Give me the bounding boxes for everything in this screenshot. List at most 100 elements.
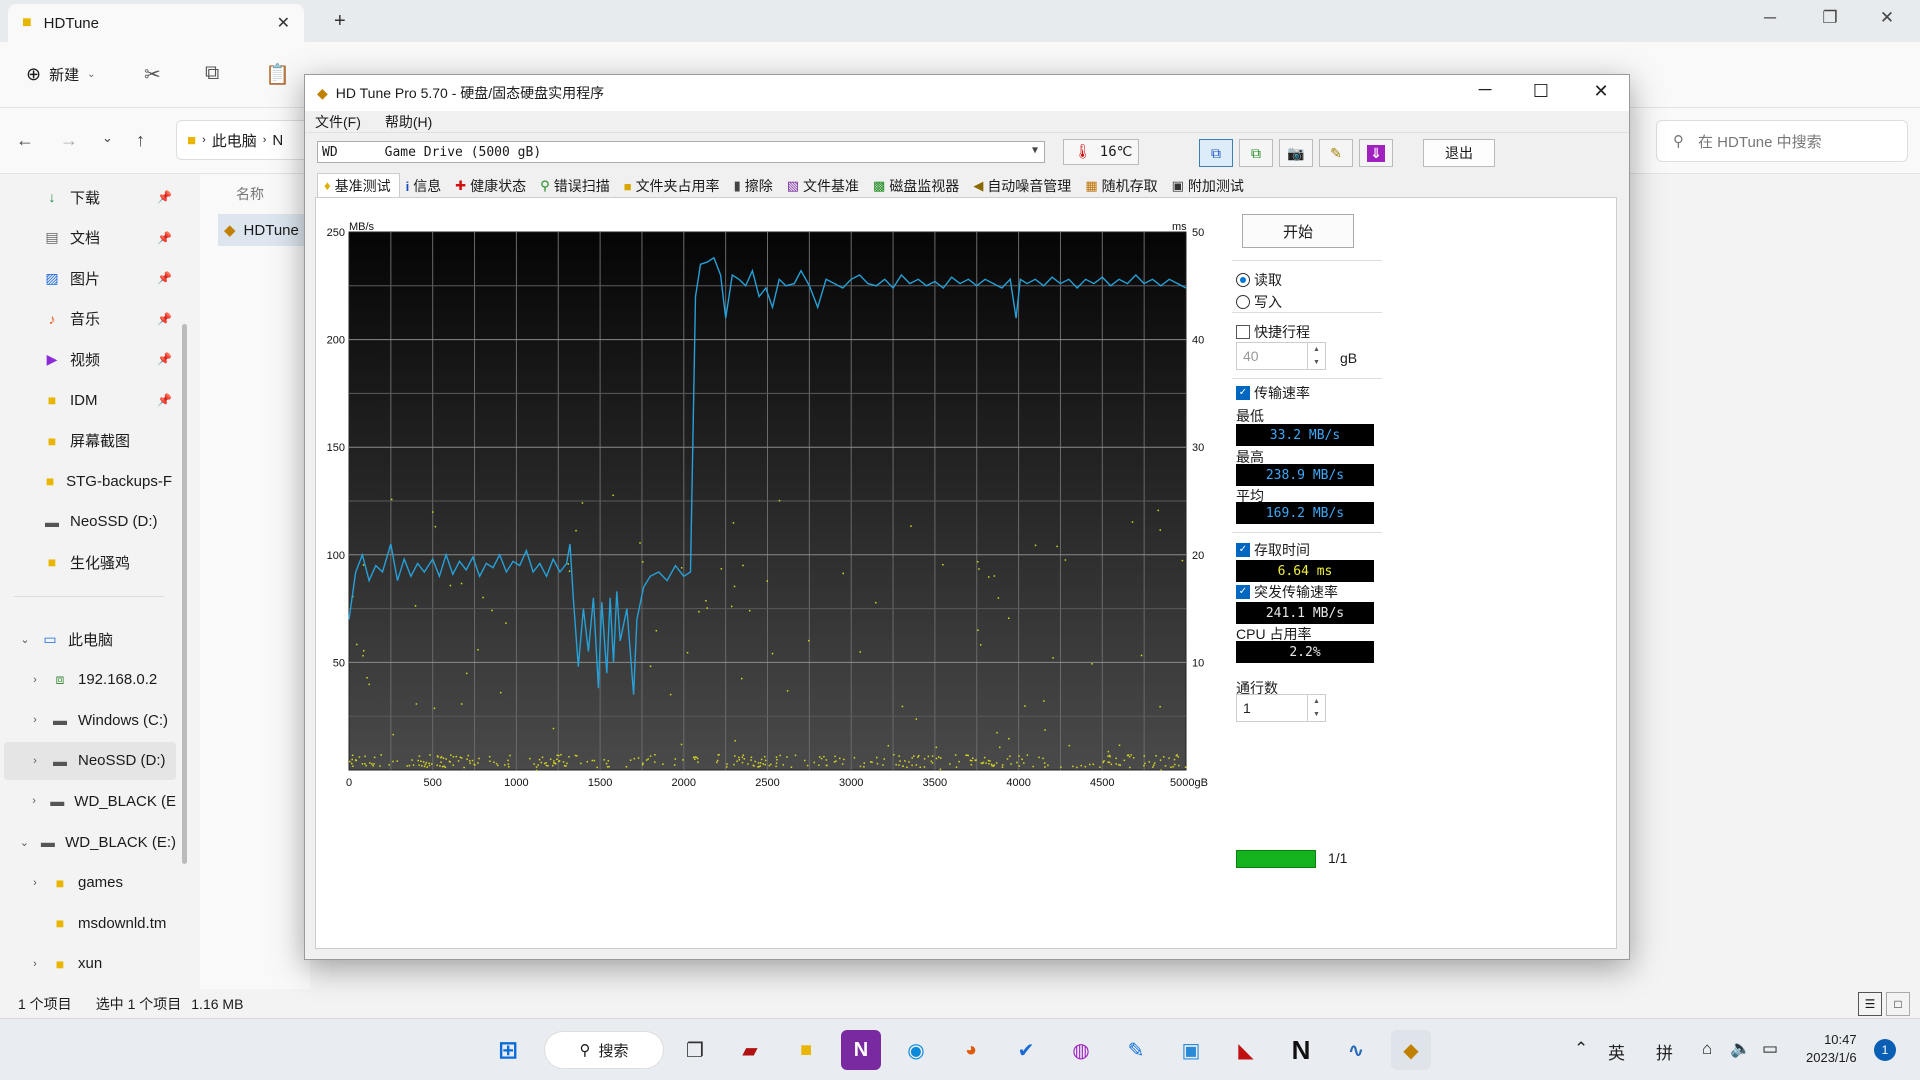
short-stroke-input[interactable]: 40 ▲ ▼ <box>1236 342 1326 370</box>
search-box[interactable]: ⚲ 在 HDTune 中搜索 <box>1656 120 1908 162</box>
chevron-right-icon[interactable]: › <box>26 755 44 767</box>
sidebar-item[interactable]: ↓ 下载 📌 <box>0 178 173 216</box>
spin-up-icon[interactable]: ▲ <box>1313 346 1320 353</box>
tree-item[interactable]: › ⧈ 192.168.0.2 <box>4 661 176 699</box>
tree-item[interactable]: ■ msdownld.tm <box>4 904 176 942</box>
tab-benchmark[interactable]: ♦ 基准测试 <box>317 173 400 197</box>
copy-text-button[interactable]: ⧉ <box>1199 139 1233 167</box>
chevron-up-icon[interactable]: ⌃ <box>1574 1039 1588 1059</box>
sidebar-item[interactable]: ■ 屏幕截图 <box>0 422 172 460</box>
ime-language[interactable]: 英 <box>1608 1039 1625 1064</box>
details-view-icon[interactable]: ☰ <box>1858 992 1882 1016</box>
pin-icon[interactable]: 📌 <box>157 231 172 245</box>
tree-item[interactable]: › ▬ WD_BLACK (E <box>4 782 176 820</box>
tree-item[interactable]: › ■ xun <box>4 945 176 983</box>
tree-item[interactable]: ⌄ ▬ WD_BLACK (E:) <box>4 823 176 861</box>
tab-monitor[interactable]: ▩ 磁盘监视器 <box>867 175 967 197</box>
hdtune-taskbar-icon[interactable]: ◆ <box>1391 1030 1431 1070</box>
file-item[interactable]: ◆ HDTune <box>218 214 310 246</box>
editor-icon[interactable]: ✎ <box>1116 1030 1156 1070</box>
armoury-icon[interactable]: ◣ <box>1226 1030 1266 1070</box>
restore-icon[interactable]: ❐ <box>1815 8 1845 28</box>
spin-up-icon[interactable]: ▲ <box>1313 698 1320 705</box>
sidebar-item[interactable]: ▬ NeoSSD (D:) <box>0 503 172 541</box>
transfer-rate-checkbox[interactable]: ✓ <box>1236 386 1250 400</box>
tab-extra-tests[interactable]: ▣ 附加测试 <box>1166 175 1252 197</box>
chevron-right-icon[interactable]: › <box>26 877 44 889</box>
spin-down-icon[interactable]: ▼ <box>1313 711 1320 718</box>
chevron-right-icon[interactable]: › <box>26 958 44 970</box>
tab-info[interactable]: i 信息 <box>400 175 450 197</box>
clock[interactable]: 10:47 2023/1/6 <box>1806 1031 1857 1067</box>
start-icon[interactable]: ⊞ <box>488 1030 528 1070</box>
pin-icon[interactable]: 📌 <box>157 352 172 366</box>
tree-item[interactable]: › ■ games <box>4 864 176 902</box>
breadcrumb-drive[interactable]: N <box>272 132 283 149</box>
tab-trash[interactable]: ▮ 擦除 <box>728 175 781 197</box>
forward-icon[interactable]: → <box>60 130 78 151</box>
passes-input[interactable]: 1 ▲ ▼ <box>1236 694 1326 722</box>
ime-mode[interactable]: 拼 <box>1656 1039 1673 1064</box>
tab-file-bench[interactable]: ▧ 文件基准 <box>781 175 867 197</box>
pin-icon[interactable]: 📌 <box>157 393 172 407</box>
new-tab-icon[interactable]: + <box>334 10 346 33</box>
chevron-down-icon[interactable]: ⌄ <box>16 633 34 646</box>
notification-badge[interactable]: 1 <box>1874 1039 1896 1061</box>
maximize-icon[interactable]: ☐ <box>1521 81 1561 102</box>
chevron-right-icon[interactable]: › <box>26 795 42 807</box>
todo-icon[interactable]: ✔ <box>1006 1030 1046 1070</box>
chevron-right-icon[interactable]: › <box>26 674 44 686</box>
recent-chevron-icon[interactable]: ⌄ <box>102 130 113 146</box>
menu-file[interactable]: 文件(F) <box>315 112 361 132</box>
transfer-rate-option[interactable]: ✓ 传输速率 <box>1236 383 1310 403</box>
pin-icon[interactable]: 📌 <box>157 312 172 326</box>
battery-icon[interactable]: ▭ <box>1762 1039 1778 1059</box>
remote-desktop-icon[interactable]: ▣ <box>1171 1030 1211 1070</box>
sidebar-item[interactable]: ■ IDM 📌 <box>0 381 172 419</box>
close-window-icon[interactable]: ✕ <box>1872 8 1902 28</box>
chevron-right-icon[interactable]: › <box>26 714 44 726</box>
read-option[interactable]: 读取 <box>1236 270 1282 290</box>
menu-help[interactable]: 帮助(H) <box>385 112 432 132</box>
breadcrumb-this-pc[interactable]: 此电脑 <box>212 130 257 151</box>
monitor-app-icon[interactable]: ∿ <box>1336 1030 1376 1070</box>
sidebar-item[interactable]: ▶ 视频 📌 <box>0 340 172 378</box>
burst-checkbox[interactable]: ✓ <box>1236 585 1250 599</box>
app-red-icon[interactable]: ▰ <box>730 1030 770 1070</box>
start-button[interactable]: 开始 <box>1242 214 1354 248</box>
tab-speaker[interactable]: ◀ 自动噪音管理 <box>967 175 1079 197</box>
burst-option[interactable]: ✓ 突发传输速率 <box>1236 582 1338 602</box>
write-option[interactable]: 写入 <box>1236 292 1282 312</box>
taskbar-search[interactable]: ⚲ 搜索 <box>544 1031 664 1069</box>
tab-random-access[interactable]: ▦ 随机存取 <box>1079 175 1165 197</box>
tree-item[interactable]: ⌄ ▭ 此电脑 <box>4 620 176 658</box>
tab-magnifier[interactable]: ⚲ 错误扫描 <box>534 175 618 197</box>
close-tab-icon[interactable]: ✕ <box>277 13 290 33</box>
tiles-view-icon[interactable]: □ <box>1886 992 1910 1016</box>
tab-folder[interactable]: ■ 文件夹占用率 <box>618 175 728 197</box>
column-header-name[interactable]: 名称 <box>236 184 264 204</box>
read-radio[interactable] <box>1236 273 1250 287</box>
screenshot-button[interactable]: 📷 <box>1279 139 1313 167</box>
pin-icon[interactable]: 📌 <box>157 190 172 204</box>
access-time-checkbox[interactable]: ✓ <box>1236 543 1250 557</box>
onenote-icon[interactable]: N <box>841 1030 881 1070</box>
firefox-icon[interactable]: ◕ <box>951 1030 991 1070</box>
drive-select[interactable]: WD Game Drive (5000 gB) ▼ <box>317 141 1045 163</box>
minimize-icon[interactable]: ─ <box>1755 8 1785 28</box>
sidebar-item[interactable]: ▤ 文档 📌 <box>0 219 172 257</box>
spin-down-icon[interactable]: ▼ <box>1313 359 1320 366</box>
sidebar-item[interactable]: ♪ 音乐 📌 <box>0 300 173 338</box>
tab-health-cross[interactable]: ✚ 健康状态 <box>449 175 534 197</box>
task-view-icon[interactable]: ❐ <box>675 1030 715 1070</box>
pin-icon[interactable]: 📌 <box>157 271 172 285</box>
up-icon[interactable]: ↑ <box>136 130 145 151</box>
network-icon[interactable]: ⌂ <box>1702 1039 1712 1059</box>
sidebar-item[interactable]: ■ STG-backups-F <box>0 462 172 500</box>
minimize-icon[interactable]: ─ <box>1465 79 1505 100</box>
copy-icon[interactable]: ⧉ <box>205 62 219 85</box>
options-button[interactable]: ✎ <box>1319 139 1353 167</box>
short-stroke-checkbox[interactable] <box>1236 325 1250 339</box>
cut-icon[interactable]: ✂ <box>144 62 161 87</box>
notion-icon[interactable]: N <box>1281 1030 1321 1070</box>
